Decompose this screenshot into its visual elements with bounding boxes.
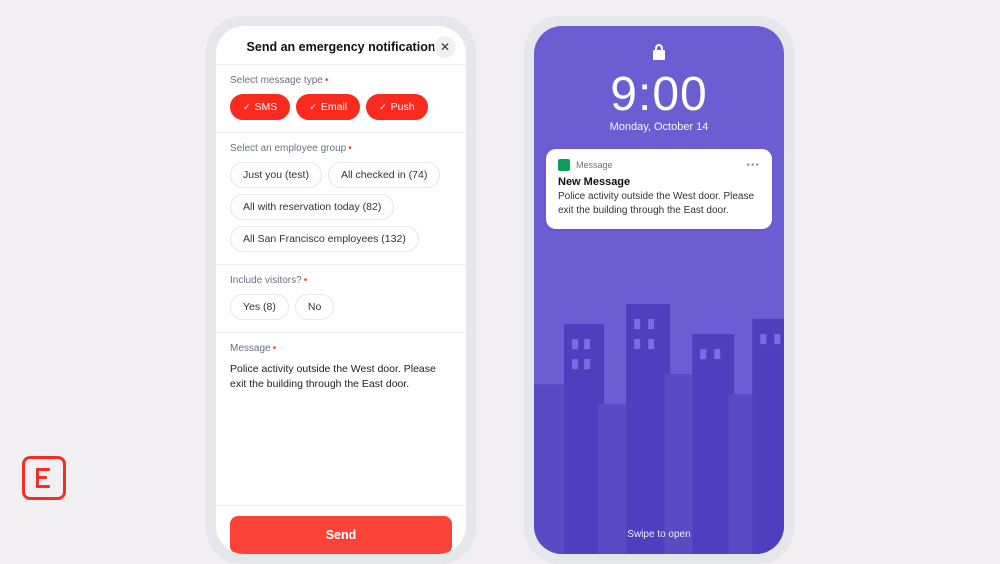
lock-header: 9:00 Monday, October 14	[534, 26, 784, 133]
phone-frame-lockscreen: 9:00 Monday, October 14 Message ••• New …	[524, 16, 794, 564]
lock-icon	[534, 44, 784, 65]
message-field-label: Message•	[230, 343, 452, 354]
message-app-icon	[558, 159, 570, 171]
message-section: Message• Police activity outside the Wes…	[216, 333, 466, 506]
group-just-you[interactable]: Just you (test)	[230, 162, 322, 188]
employee-group-section: Select an employee group• Just you (test…	[216, 133, 466, 265]
send-button[interactable]: Send	[230, 516, 452, 554]
msg-type-push[interactable]: ✓ Push	[366, 94, 427, 120]
notification-more-icon: •••	[746, 160, 760, 171]
city-skyline-illustration	[534, 264, 784, 554]
check-icon: ✓	[379, 102, 387, 113]
brand-logo	[22, 456, 66, 500]
notification-card[interactable]: Message ••• New Message Police activity …	[546, 149, 772, 229]
employee-group-label: Select an employee group•	[230, 143, 452, 154]
notification-body: Police activity outside the West door. P…	[558, 190, 760, 217]
notification-title: New Message	[558, 176, 760, 188]
form-screen: Send an emergency notification ✕ Select …	[216, 26, 466, 554]
msg-type-sms[interactable]: ✓ SMS	[230, 94, 290, 120]
group-sf-employees[interactable]: All San Francisco employees (132)	[230, 226, 419, 252]
msg-type-email[interactable]: ✓ Email	[296, 94, 360, 120]
message-type-section: Select message type• ✓ SMS ✓ Email ✓ Pus…	[216, 65, 466, 133]
visitors-yes[interactable]: Yes (8)	[230, 294, 289, 320]
visitors-label: Include visitors?•	[230, 275, 452, 286]
swipe-hint[interactable]: Swipe to open	[534, 529, 784, 540]
notification-app-name: Message	[576, 160, 740, 170]
modal-title: Send an emergency notification	[247, 40, 436, 54]
close-icon: ✕	[440, 40, 450, 54]
group-reservation-today[interactable]: All with reservation today (82)	[230, 194, 394, 220]
check-icon: ✓	[309, 102, 317, 113]
visitors-no[interactable]: No	[295, 294, 334, 320]
lock-date: Monday, October 14	[534, 121, 784, 133]
modal-header: Send an emergency notification ✕	[216, 26, 466, 65]
group-all-checked-in[interactable]: All checked in (74)	[328, 162, 440, 188]
close-button[interactable]: ✕	[434, 36, 456, 58]
visitors-section: Include visitors?• Yes (8) No	[216, 265, 466, 333]
check-icon: ✓	[243, 102, 251, 113]
lock-time: 9:00	[534, 71, 784, 119]
message-textarea[interactable]: Police activity outside the West door. P…	[230, 362, 452, 391]
phone-frame-form: Send an emergency notification ✕ Select …	[206, 16, 476, 564]
lock-screen: 9:00 Monday, October 14 Message ••• New …	[534, 26, 784, 554]
message-type-label: Select message type•	[230, 75, 452, 86]
